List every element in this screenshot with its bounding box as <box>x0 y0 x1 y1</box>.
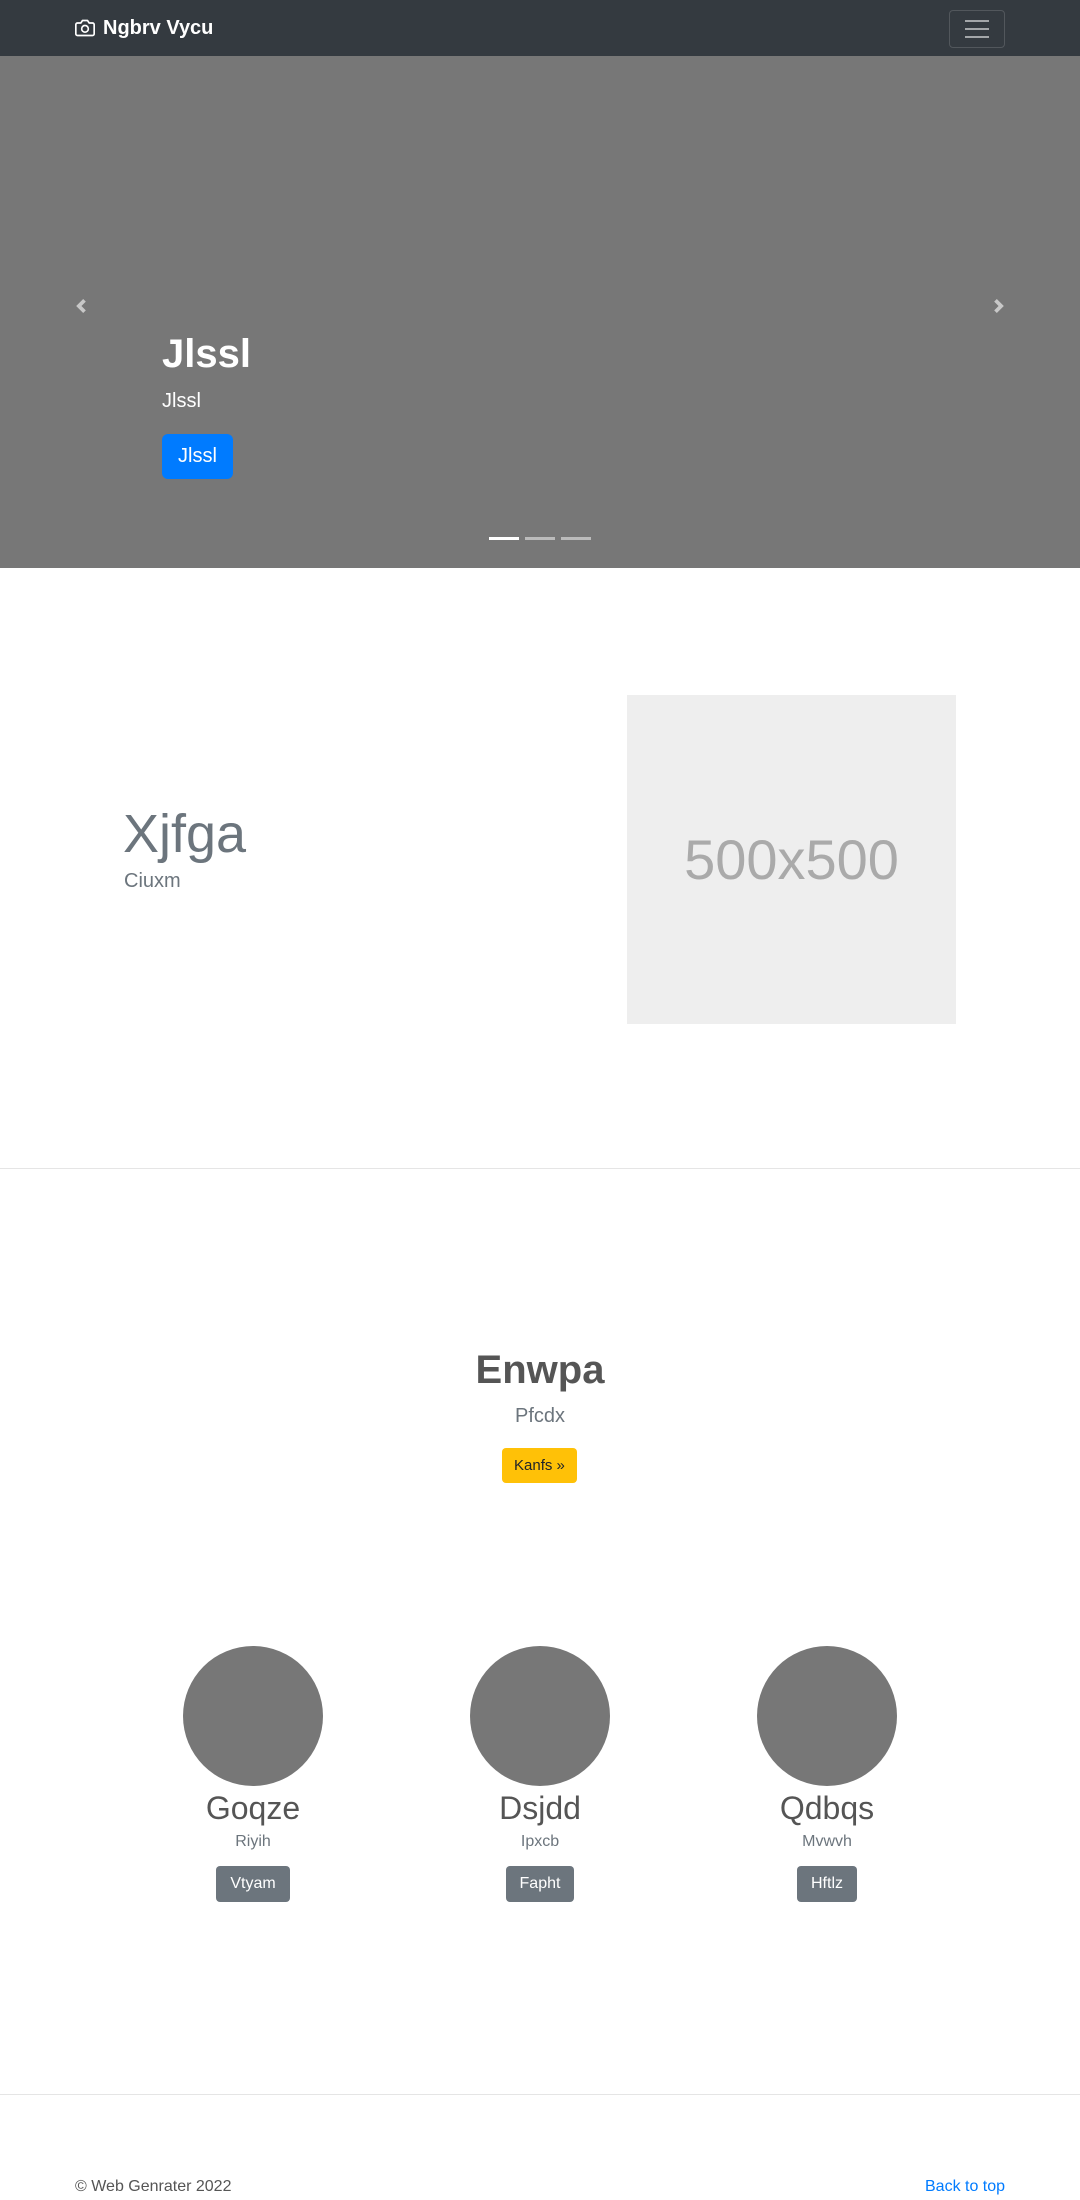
section-divider <box>0 2094 1080 2095</box>
image-size-label: 500x500 <box>684 828 899 891</box>
navbar-toggler-button[interactable] <box>949 10 1005 48</box>
footer-copyright: © Web Genrater 2022 <box>75 2178 232 2195</box>
featurette-image-placeholder: 500x500 <box>627 695 956 1024</box>
carousel-indicator-3[interactable] <box>561 537 591 540</box>
chevron-left-icon <box>76 299 86 313</box>
carousel-title: Jlssl <box>162 332 251 376</box>
carousel-caption: Jlssl Jlssl Jlssl <box>162 330 251 479</box>
column-text: Riyih <box>235 1833 271 1850</box>
feature-column: Dsjdd Ipxcb Fapht <box>390 1646 690 1902</box>
carousel-indicator-1[interactable] <box>489 537 519 540</box>
jumbotron-heading: Enwpa <box>475 1348 605 1392</box>
avatar <box>757 1646 897 1786</box>
back-to-top-link[interactable]: Back to top <box>925 2178 1005 2196</box>
carousel-prev-button[interactable] <box>71 294 91 318</box>
jumbotron-lead: Pfcdx <box>514 1405 566 1427</box>
hamburger-menu-icon <box>965 20 989 22</box>
section-divider <box>0 1168 1080 1169</box>
column-text: Mvwvh <box>802 1833 852 1850</box>
brand-link[interactable]: Ngbrv Vycu <box>75 14 213 42</box>
column-text: Ipxcb <box>520 1833 560 1850</box>
featurette-subheading: Ciuxm <box>124 870 181 892</box>
column-button[interactable]: Fapht <box>505 1866 575 1902</box>
hero-carousel: Jlssl Jlssl Jlssl <box>0 56 1080 568</box>
camera-icon <box>75 19 95 37</box>
chevron-right-icon <box>994 299 1004 313</box>
carousel-cta-button[interactable]: Jlssl <box>162 434 233 479</box>
carousel-indicators <box>489 537 591 540</box>
column-heading: Goqze <box>205 1790 301 1826</box>
jumbotron-button[interactable]: Kanfs » <box>502 1448 577 1483</box>
carousel-indicator-2[interactable] <box>525 537 555 540</box>
feature-column: Qdbqs Mvwvh Hftlz <box>677 1646 977 1902</box>
column-heading: Dsjdd <box>499 1790 581 1826</box>
feature-column: Goqze Riyih Vtyam <box>103 1646 403 1902</box>
column-button[interactable]: Vtyam <box>216 1866 290 1902</box>
avatar <box>470 1646 610 1786</box>
navbar: Ngbrv Vycu <box>0 0 1080 56</box>
carousel-next-button[interactable] <box>989 294 1009 318</box>
avatar <box>183 1646 323 1786</box>
footer: © Web Genrater 2022 Back to top <box>0 2160 1080 2200</box>
column-button[interactable]: Hftlz <box>797 1866 857 1902</box>
featurette: Xjfga Ciuxm 500x500 <box>0 568 1080 1168</box>
column-heading: Qdbqs <box>779 1790 875 1826</box>
carousel-subtitle: Jlssl <box>162 390 201 412</box>
featurette-heading: Xjfga <box>123 804 247 864</box>
brand-text: Ngbrv Vycu <box>103 16 214 39</box>
